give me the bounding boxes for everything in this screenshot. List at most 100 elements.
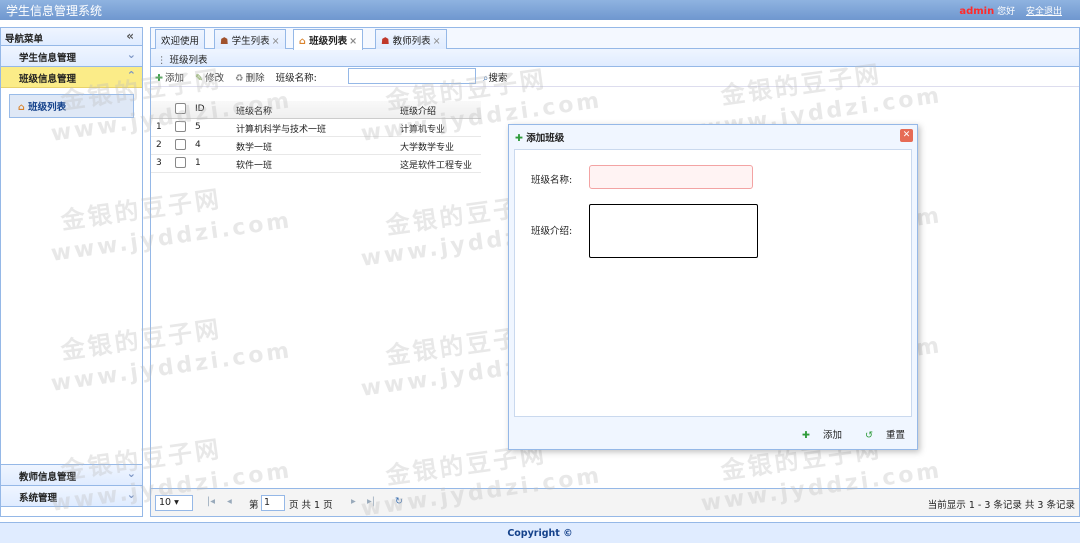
tab-student-list[interactable]: ☗ 学生列表 ×	[214, 29, 286, 49]
cell-name: 软件一班	[236, 161, 273, 171]
page-number-input[interactable]: 1	[261, 495, 285, 511]
chevron-down-icon: ▾	[174, 497, 179, 508]
page-total: 页 共 1 页	[289, 500, 333, 511]
page-size-value: 10	[159, 497, 172, 508]
tab-welcome[interactable]: 欢迎使用	[155, 29, 206, 49]
search-button[interactable]: ⌕搜索	[483, 70, 507, 84]
chevron-down-icon: ⌄	[126, 48, 136, 61]
panel-title-text: 班级列表	[169, 55, 208, 66]
refresh-icon[interactable]: ↻	[395, 496, 403, 507]
top-bar: 学生信息管理系统 admin 您好 安全退出	[0, 0, 1080, 20]
row-checkbox[interactable]	[175, 121, 186, 132]
copyright: Copyright ©	[507, 528, 573, 539]
select-all-checkbox[interactable]	[175, 103, 186, 114]
class-intro-textarea[interactable]	[589, 204, 758, 258]
dialog-reset-button[interactable]: ↺ 重置	[855, 430, 905, 441]
sidebar-section-teacher[interactable]: 教师信息管理 ⌄	[1, 465, 142, 486]
first-page-icon[interactable]: |◂	[207, 496, 215, 507]
page-prefix: 第	[249, 500, 259, 511]
column-header-intro[interactable]: 班级介绍	[400, 104, 436, 117]
collapse-left-icon[interactable]: «	[126, 29, 134, 43]
dialog-body: 班级名称: 班级介绍:	[514, 149, 912, 417]
chevron-up-icon: ⌃	[126, 69, 136, 82]
logout-link[interactable]: 安全退出	[1026, 7, 1062, 17]
cell-id: 4	[195, 140, 201, 150]
sidebar-title: 导航菜单	[5, 34, 44, 45]
tab-label: 学生列表	[231, 36, 270, 47]
app-title: 学生信息管理系统	[6, 4, 103, 18]
prev-page-icon[interactable]: ◂	[227, 496, 232, 507]
tab-bar: 欢迎使用 ☗ 学生列表 × ⌂ 班级列表 × ☗ 教师列表 ×	[151, 28, 1079, 50]
dialog-add-button[interactable]: ✚ 添加	[792, 430, 842, 441]
add-button[interactable]: ✚ 添加	[155, 73, 184, 84]
column-header-id[interactable]: ID	[195, 104, 205, 114]
username: admin	[959, 6, 995, 17]
row-checkbox[interactable]	[175, 157, 186, 168]
close-icon[interactable]: ×	[433, 36, 441, 47]
tab-class-list[interactable]: ⌂ 班级列表 ×	[293, 29, 364, 50]
sidebar: 导航菜单 « 学生信息管理 ⌄ 班级信息管理 ⌃ ⌂ 班级列表 教师信息管理 ⌄…	[0, 27, 143, 517]
last-page-icon[interactable]: ▸|	[367, 496, 375, 507]
cell-intro: 计算机专业	[400, 125, 446, 135]
section-label: 系统管理	[19, 493, 58, 504]
dialog-buttons: ✚ 添加 ↺ 重置	[782, 427, 905, 441]
data-grid: ID 班级名称 班级介绍 1 5 计算机科学与技术一班 计算机专业 2 4 数学…	[151, 101, 481, 173]
tab-label: 班级列表	[309, 36, 348, 47]
sidebar-item-label: 班级列表	[28, 102, 67, 113]
search-input[interactable]	[348, 68, 476, 84]
tab-teacher-list[interactable]: ☗ 教师列表 ×	[375, 29, 447, 49]
record-info: 当前显示 1 - 3 条记录 共 3 条记录	[927, 500, 1075, 511]
cell-id: 1	[195, 158, 201, 168]
table-header: ID 班级名称 班级介绍	[151, 101, 481, 119]
class-name-input[interactable]	[589, 165, 753, 189]
trash-icon: ♻	[235, 73, 244, 84]
greeting: 您好	[997, 7, 1016, 17]
toolbar: ✚ 添加 ✎ 修改 ♻ 删除 班级名称: ⌕搜索	[151, 67, 1079, 87]
panel-title: ⋮ 班级列表	[151, 49, 1079, 67]
table-row[interactable]: 3 1 软件一班 这是软件工程专业	[151, 155, 481, 173]
delete-button[interactable]: ♻ 删除	[235, 73, 265, 84]
row-number: 1	[156, 122, 162, 132]
search-button-label: 搜索	[488, 73, 508, 84]
chevron-down-icon: ⌄	[126, 488, 136, 501]
plus-icon: ✚	[155, 73, 163, 84]
section-label: 学生信息管理	[19, 53, 77, 64]
sidebar-section-class[interactable]: 班级信息管理 ⌃	[1, 67, 142, 88]
row-number: 3	[156, 158, 162, 168]
edit-button[interactable]: ✎ 修改	[195, 73, 224, 84]
pager: 10 ▾ |◂ ◂ 第 1 页 共 1 页 ▸ ▸| ↻ 当前显示 1 - 3 …	[151, 488, 1079, 516]
table-row[interactable]: 1 5 计算机科学与技术一班 计算机专业	[151, 119, 481, 137]
footer: Copyright ©	[0, 522, 1080, 543]
sidebar-header: 导航菜单 «	[1, 28, 142, 46]
close-icon[interactable]: ×	[272, 36, 280, 47]
cell-name: 数学一班	[236, 143, 273, 153]
plus-icon: ✚	[515, 133, 523, 144]
page-size-select[interactable]: 10 ▾	[155, 495, 193, 511]
close-icon[interactable]: ✕	[900, 129, 913, 142]
plus-icon: ✚	[801, 430, 810, 441]
sidebar-section-system[interactable]: 系统管理 ⌄	[1, 486, 142, 507]
class-intro-label: 班级介绍:	[531, 226, 573, 237]
sidebar-item-class-list[interactable]: ⌂ 班级列表	[9, 94, 134, 118]
close-icon[interactable]: ×	[349, 36, 357, 47]
dialog-title-bar[interactable]: ✚ 添加班级 ✕	[509, 125, 917, 147]
delete-label: 删除	[245, 73, 265, 84]
cell-name: 计算机科学与技术一班	[236, 125, 327, 135]
cell-intro: 这是软件工程专业	[400, 161, 473, 171]
tab-label: 欢迎使用	[161, 36, 200, 47]
table-row[interactable]: 2 4 数学一班 大学数学专业	[151, 137, 481, 155]
section-label: 班级信息管理	[19, 74, 77, 85]
home-icon: ⌂	[18, 102, 25, 113]
user-icon: ☗	[381, 36, 390, 47]
row-number: 2	[156, 140, 162, 150]
cell-id: 5	[195, 122, 201, 132]
next-page-icon[interactable]: ▸	[351, 496, 356, 507]
user-icon: ☗	[220, 36, 229, 47]
section-body: ⌂ 班级列表	[1, 88, 142, 465]
column-header-name[interactable]: 班级名称	[236, 104, 272, 117]
row-checkbox[interactable]	[175, 139, 186, 150]
user-area: admin 您好 安全退出	[959, 4, 1062, 17]
dialog-reset-label: 重置	[885, 430, 905, 441]
sidebar-section-student[interactable]: 学生信息管理 ⌄	[1, 46, 142, 67]
cell-intro: 大学数学专业	[400, 143, 455, 153]
